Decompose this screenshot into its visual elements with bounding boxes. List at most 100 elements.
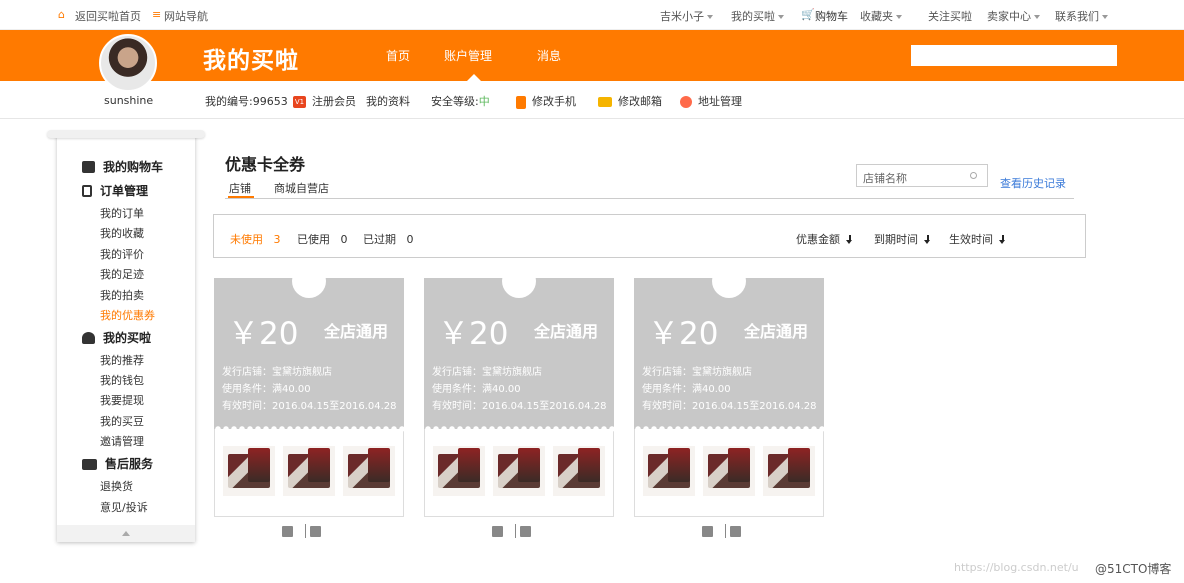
- product-thumbnail[interactable]: [493, 446, 545, 496]
- nav-messages[interactable]: 消息: [537, 47, 561, 64]
- product-thumbnail[interactable]: [433, 446, 485, 496]
- watermark-url: https://blog.csdn.net/u: [954, 561, 1079, 574]
- sidebar-item-beans[interactable]: 我的买豆: [100, 413, 144, 429]
- filter-bar: 未使用 3 已使用 0 已过期 0 优惠金额 到期时间 生效时间: [213, 214, 1086, 258]
- arrow-down-icon: [846, 235, 853, 244]
- product-thumbnail[interactable]: [553, 446, 605, 496]
- active-tab-underline: [228, 196, 254, 198]
- contact-menu[interactable]: 联系我们: [1055, 8, 1108, 24]
- cart-link[interactable]: 购物车: [815, 8, 848, 24]
- chevron-down-icon: [707, 15, 713, 19]
- product-thumbnail[interactable]: [703, 446, 755, 496]
- filter-count: 0: [406, 233, 414, 246]
- coupon-notch: [502, 264, 536, 298]
- coupon-card[interactable]: ￥20 全店通用 发行店铺：宝黛坊旗舰店 使用条件：满40.00 有效时间：20…: [214, 264, 404, 520]
- register-label: 注册会员: [312, 95, 356, 108]
- profile-bar: 我的编号:99653 V1 注册会员 我的资料 安全等级:中 修改手机 修改邮箱 …: [0, 81, 1184, 119]
- my-info-link[interactable]: 我的资料: [366, 93, 410, 109]
- change-phone-label: 修改手机: [532, 95, 576, 108]
- sidebar-item-favorites[interactable]: 我的收藏: [100, 225, 144, 241]
- product-thumbnail[interactable]: [283, 446, 335, 496]
- sidebar-item-wallet[interactable]: 我的钱包: [100, 372, 144, 388]
- coupon-notch: [712, 264, 746, 298]
- history-link[interactable]: 查看历史记录: [1000, 175, 1066, 191]
- coupon-value: ￥20: [648, 316, 719, 352]
- sidebar-item-orders[interactable]: 我的订单: [100, 205, 144, 221]
- menu-icon: ≡: [152, 8, 162, 21]
- user-menu[interactable]: 吉米小子: [660, 8, 713, 24]
- product-thumbnail[interactable]: [343, 446, 395, 496]
- divider: [515, 524, 516, 538]
- sidebar-section-orders: 订单管理: [82, 182, 148, 199]
- filter-count: 3: [273, 233, 281, 246]
- sort-effective[interactable]: 生效时间: [949, 231, 1006, 247]
- coupon-header: ￥20 全店通用 发行店铺：宝黛坊旗舰店 使用条件：满40.00 有效时间：20…: [424, 264, 614, 429]
- change-email-link[interactable]: 修改邮箱: [598, 93, 662, 109]
- store-icon[interactable]: [492, 526, 503, 537]
- product-thumbnail[interactable]: [223, 446, 275, 496]
- sidebar-item-coupons[interactable]: 我的优惠券: [100, 307, 155, 323]
- store-icon[interactable]: [282, 526, 293, 537]
- sort-amount[interactable]: 优惠金额: [796, 231, 853, 247]
- coupon-shop: 发行店铺：宝黛坊旗舰店: [432, 367, 542, 378]
- register-member[interactable]: V1 注册会员: [293, 93, 356, 109]
- sort-expiry[interactable]: 到期时间: [874, 231, 931, 247]
- favorites-menu[interactable]: 收藏夹: [860, 8, 902, 24]
- trash-icon[interactable]: [730, 526, 741, 537]
- coupon-products: [634, 429, 824, 517]
- active-nav-indicator: [467, 74, 481, 81]
- address-link[interactable]: 地址管理: [680, 93, 742, 109]
- sidebar-item-auctions[interactable]: 我的拍卖: [100, 287, 144, 303]
- my-maila-label: 我的买啦: [731, 10, 775, 23]
- change-email-label: 修改邮箱: [618, 95, 662, 108]
- tab-mall-store[interactable]: 商城自营店: [274, 180, 329, 196]
- coupon-actions: [702, 524, 750, 538]
- filter-unused[interactable]: 未使用 3: [230, 231, 281, 247]
- coupon-card[interactable]: ￥20 全店通用 发行店铺：宝黛坊旗舰店 使用条件：满40.00 有效时间：20…: [424, 264, 614, 520]
- site-nav-link[interactable]: 网站导航: [164, 8, 208, 24]
- nav-home[interactable]: 首页: [386, 47, 410, 64]
- username: sunshine: [104, 94, 154, 107]
- sidebar-item-reviews[interactable]: 我的评价: [100, 246, 144, 262]
- back-home-link[interactable]: 返回买啦首页: [75, 8, 141, 24]
- coupon-period: 有效时间：2016.04.15至2016.04.28: [642, 401, 817, 412]
- follow-link[interactable]: 关注买啦: [928, 8, 972, 24]
- sidebar-item-recommend[interactable]: 我的推荐: [100, 352, 144, 368]
- avatar[interactable]: [99, 34, 157, 92]
- tab-shop[interactable]: 店铺: [229, 180, 251, 196]
- divider: [725, 524, 726, 538]
- sidebar-item-withdraw[interactable]: 我要提现: [100, 392, 144, 408]
- search-icon[interactable]: [970, 172, 977, 179]
- coupon-condition: 使用条件：满40.00: [432, 384, 521, 395]
- sidebar-item-returns[interactable]: 退换货: [100, 478, 133, 494]
- sidebar-section-cart[interactable]: 我的购物车: [82, 158, 163, 175]
- coupon-shop: 发行店铺：宝黛坊旗舰店: [222, 367, 332, 378]
- filter-used[interactable]: 已使用 0: [297, 231, 348, 247]
- sort-label: 优惠金额: [796, 233, 840, 246]
- sidebar-collapse[interactable]: [57, 525, 195, 542]
- filter-label: 已使用: [297, 233, 330, 246]
- trash-icon[interactable]: [310, 526, 321, 537]
- contact-label: 联系我们: [1055, 10, 1099, 23]
- home-icon[interactable]: ⌂: [58, 8, 65, 21]
- seller-center-menu[interactable]: 卖家中心: [987, 8, 1040, 24]
- coupon-scope: 全店通用: [534, 322, 599, 341]
- filter-expired[interactable]: 已过期 0: [363, 231, 414, 247]
- change-phone-link[interactable]: 修改手机: [516, 93, 576, 109]
- brand-title[interactable]: 我的买啦: [203, 41, 299, 75]
- coupon-condition: 使用条件：满40.00: [222, 384, 311, 395]
- header-search-input[interactable]: [911, 45, 1117, 66]
- shop-search-input[interactable]: 店铺名称: [856, 164, 988, 187]
- security-label: 安全等级:: [431, 95, 479, 108]
- nav-account[interactable]: 账户管理: [444, 47, 492, 64]
- store-icon[interactable]: [702, 526, 713, 537]
- top-bar: ⌂ 返回买啦首页 ≡ 网站导航 吉米小子 我的买啦 🛒 购物车 收藏夹 关注买啦…: [0, 0, 1184, 30]
- product-thumbnail[interactable]: [643, 446, 695, 496]
- sidebar-item-invites[interactable]: 邀请管理: [100, 433, 144, 449]
- product-thumbnail[interactable]: [763, 446, 815, 496]
- sidebar-item-history[interactable]: 我的足迹: [100, 266, 144, 282]
- my-maila-menu[interactable]: 我的买啦: [731, 8, 784, 24]
- coupon-card[interactable]: ￥20 全店通用 发行店铺：宝黛坊旗舰店 使用条件：满40.00 有效时间：20…: [634, 264, 824, 520]
- sidebar-item-feedback[interactable]: 意见/投诉: [100, 499, 148, 515]
- trash-icon[interactable]: [520, 526, 531, 537]
